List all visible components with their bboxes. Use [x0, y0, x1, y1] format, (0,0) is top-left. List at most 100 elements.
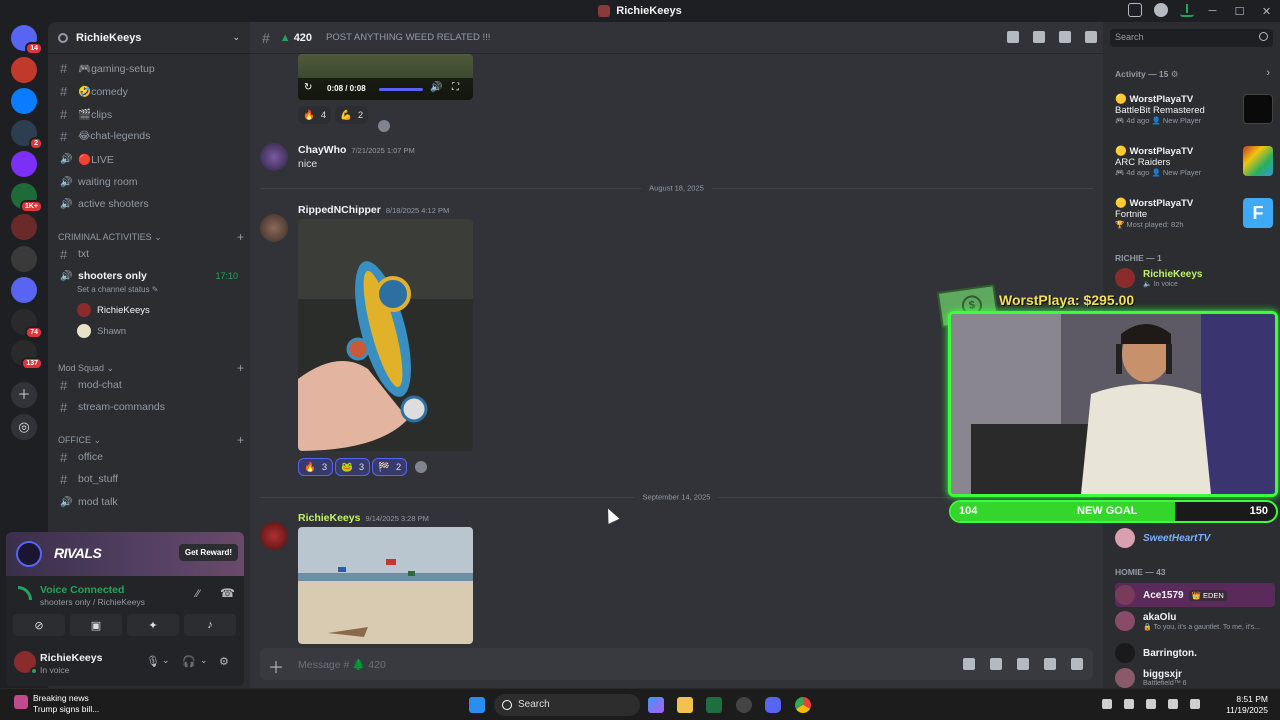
download-icon[interactable]: [1180, 3, 1194, 17]
threads-icon[interactable]: [1007, 31, 1019, 43]
pin-icon[interactable]: [1059, 31, 1071, 43]
close-icon[interactable]: ✕: [1253, 5, 1280, 18]
bell-icon[interactable]: [1033, 31, 1045, 43]
camera-button[interactable]: ⊘: [13, 614, 65, 636]
add-channel-icon[interactable]: +: [237, 433, 244, 447]
volume-icon[interactable]: 🔊: [430, 82, 442, 93]
server-icon[interactable]: 14: [11, 25, 43, 55]
server-icon[interactable]: [11, 151, 37, 177]
add-server-icon[interactable]: ＋: [11, 382, 37, 408]
channel-office[interactable]: # office: [56, 447, 244, 467]
file-explorer-icon[interactable]: [677, 697, 693, 713]
video-attachment[interactable]: ↻ 0:08 / 0:08 🔊 ⛶: [298, 54, 473, 100]
promo-banner[interactable]: RIVALS Get Reward!: [6, 532, 244, 576]
taskbar-search[interactable]: Search: [494, 694, 640, 716]
reaction[interactable]: 🏁 2: [372, 458, 408, 476]
clock[interactable]: 8:51 PM 11/19/2025: [1226, 694, 1268, 716]
channel-bot-stuff[interactable]: # bot_stuff: [56, 469, 244, 489]
mic-icon[interactable]: [1124, 699, 1134, 709]
excel-icon[interactable]: [706, 697, 722, 713]
voice-user[interactable]: RichieKeeys: [77, 303, 150, 317]
server-icon[interactable]: [11, 214, 37, 240]
wifi-icon[interactable]: [1168, 699, 1178, 709]
chevron-right-icon[interactable]: ›: [1266, 67, 1270, 79]
minimize-icon[interactable]: ─: [1199, 5, 1226, 17]
screenshare-button[interactable]: ▣: [70, 614, 122, 636]
channel-comedy[interactable]: # 🤣comedy: [56, 81, 244, 101]
discord-icon[interactable]: [765, 697, 781, 713]
windows-start-icon[interactable]: [469, 697, 485, 713]
voice-location[interactable]: shooters only / RichieKeeys: [40, 597, 145, 607]
activity-header[interactable]: Activity — 15 ⚙: [1115, 69, 1178, 80]
replay-icon[interactable]: ↻: [304, 82, 312, 93]
avatar[interactable]: [260, 143, 288, 171]
message-composer[interactable]: ＋ Message # 🌲 420: [260, 648, 1093, 680]
server-icon[interactable]: 2: [11, 119, 43, 150]
reaction[interactable]: 🔥 4: [298, 106, 332, 124]
channel-stream-commands[interactable]: # stream-commands: [56, 397, 244, 417]
help-icon[interactable]: [1154, 3, 1168, 17]
add-attachment-icon[interactable]: ＋: [268, 654, 284, 678]
message-input-placeholder[interactable]: Message # 🌲 420: [298, 658, 386, 671]
message-author[interactable]: RichieKeeys 9/14/2025 3:28 PM: [298, 512, 429, 524]
add-channel-icon[interactable]: +: [237, 230, 244, 244]
disconnect-icon[interactable]: ☎: [220, 586, 235, 600]
headphones-icon[interactable]: 🎧: [182, 655, 196, 668]
news-widget[interactable]: Breaking news Trump signs bill...: [14, 693, 99, 715]
copilot-icon[interactable]: [648, 697, 664, 713]
channel-clips[interactable]: # 🎬clips: [56, 104, 244, 124]
chevron-down-icon[interactable]: ⌄: [162, 655, 170, 666]
noise-suppression-icon[interactable]: ⁄⁄: [196, 588, 200, 600]
server-icon[interactable]: 1K+: [11, 182, 43, 213]
server-icon[interactable]: [11, 88, 37, 114]
message-author[interactable]: RippedNChipper 8/18/2025 4:12 PM: [298, 204, 449, 216]
member-item[interactable]: RichieKeeys 🔈 In voice: [1115, 268, 1280, 288]
gear-icon[interactable]: ⚙: [219, 655, 229, 668]
chevron-up-icon[interactable]: [1102, 699, 1112, 709]
monitor-icon[interactable]: [1146, 699, 1156, 709]
search-input[interactable]: Search: [1110, 29, 1273, 47]
channel-gaming-setup[interactable]: # 🎮gaming-setup: [56, 58, 244, 78]
sticker-icon[interactable]: [1017, 658, 1029, 670]
server-header[interactable]: RichieKeeys ⌄: [48, 22, 250, 54]
add-channel-icon[interactable]: +: [237, 361, 244, 375]
video-progress[interactable]: [379, 88, 423, 91]
member-item[interactable]: akaOlu 🔒 To you, it's a gauntlet. To me, …: [1115, 611, 1280, 631]
server-icon[interactable]: [11, 56, 37, 83]
image-attachment[interactable]: [298, 527, 473, 644]
signal-icon[interactable]: [18, 586, 32, 600]
app-icon[interactable]: [736, 697, 752, 713]
server-icon[interactable]: 74: [11, 308, 43, 339]
microphone-icon[interactable]: 🎙: [146, 655, 160, 668]
voice-status[interactable]: Voice Connected: [40, 584, 124, 596]
avatar[interactable]: [260, 214, 288, 242]
server-icon[interactable]: [11, 245, 37, 272]
chrome-icon[interactable]: [795, 697, 811, 713]
activity-card[interactable]: 🟡 WorstPlayaTV BattleBit Remastered 🎮 4d…: [1115, 94, 1275, 125]
gift-icon[interactable]: [963, 658, 975, 670]
reaction[interactable]: 🐸 3: [335, 458, 371, 476]
user-name[interactable]: RichieKeeys: [40, 652, 102, 664]
avatar[interactable]: [260, 522, 288, 550]
member-item[interactable]: Ace1579 👑 EDEN: [1115, 583, 1275, 607]
gif-icon[interactable]: [990, 658, 1002, 670]
soundboard-button[interactable]: ♪: [184, 614, 236, 636]
activity-card[interactable]: 🟡 WorstPlayaTV ARC Raiders 🎮 4d ago 👤 Ne…: [1115, 146, 1275, 177]
reaction[interactable]: 🔥 3: [298, 458, 334, 476]
category-office[interactable]: OFFICE ⌄ +: [58, 433, 244, 447]
activities-button[interactable]: ✦: [127, 614, 179, 636]
apps-icon[interactable]: [1071, 658, 1083, 670]
activity-card[interactable]: 🟡 WorstPlayaTV Fortnite 🏆 Most played: 8…: [1115, 198, 1275, 229]
volume-icon[interactable]: [1190, 699, 1200, 709]
channel-waiting-room[interactable]: 🔊 waiting room: [56, 172, 244, 192]
channel-mod-talk[interactable]: 🔊 mod talk: [56, 492, 244, 512]
channel-topic[interactable]: POST ANYTHING WEED RELATED !!!: [326, 32, 490, 43]
reaction[interactable]: 💪 2: [335, 106, 369, 124]
channel-live[interactable]: 🔊 🔴LIVE: [56, 149, 244, 169]
channel-mod-chat[interactable]: # mod-chat: [56, 375, 244, 395]
maximize-icon[interactable]: ☐: [1226, 5, 1253, 18]
voice-user[interactable]: Shawn: [77, 324, 126, 338]
get-reward-button[interactable]: Get Reward!: [178, 544, 238, 561]
channel-chat-legends[interactable]: # 😂chat-legends: [56, 126, 244, 146]
discover-icon[interactable]: ◎: [11, 414, 37, 440]
